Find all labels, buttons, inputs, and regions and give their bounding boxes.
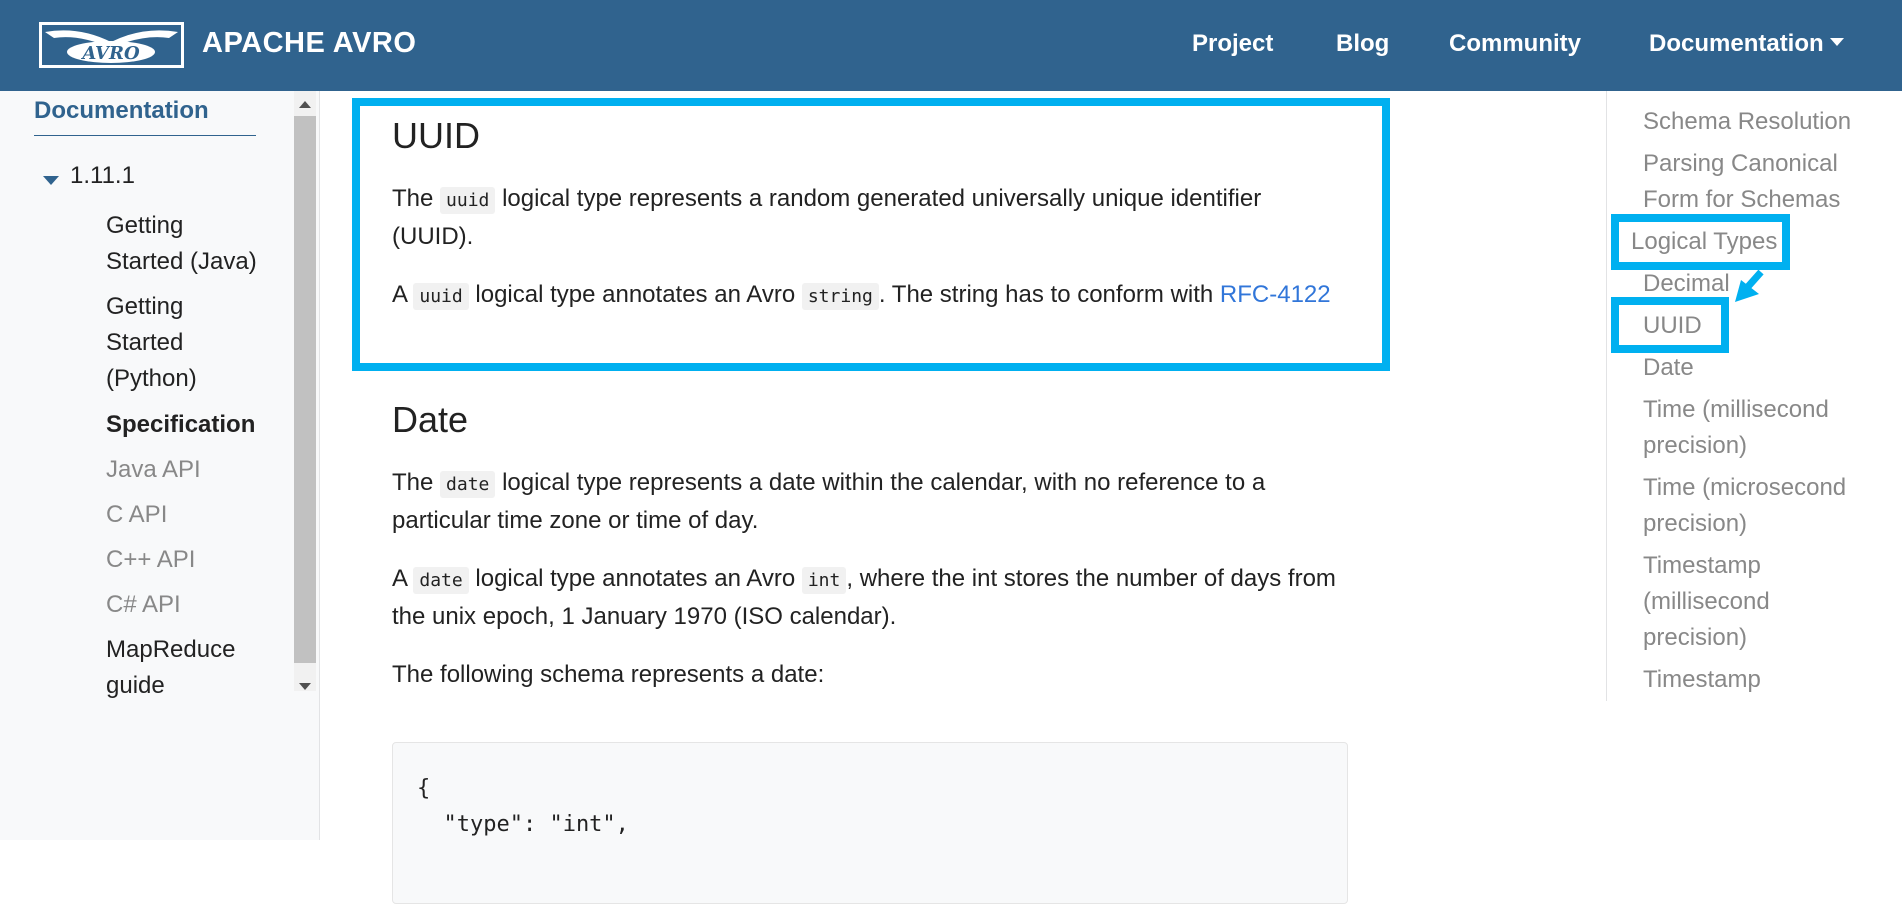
logo-text: AVRO xyxy=(80,43,140,64)
pointer-arrow-icon xyxy=(1735,270,1764,302)
date-paragraph-2: A date logical type annotates an Avro in… xyxy=(392,565,1336,630)
code-date: date xyxy=(440,471,496,498)
nav-blog[interactable]: Blog xyxy=(1336,0,1389,91)
toc-item-timestamp-millisecond[interactable]: Timestamp (millisecond precision) xyxy=(1643,548,1793,656)
sidebar-item-specification[interactable]: Specification xyxy=(106,407,256,443)
date-paragraph-3: The following schema represents a date: xyxy=(392,661,825,688)
toc-item-timestamp[interactable]: Timestamp xyxy=(1643,662,1761,698)
left-sidebar: Documentation 1.11.1 Getting Started (Ja… xyxy=(0,91,320,840)
main-content: UUID The uuid logical type represents a … xyxy=(320,91,1605,904)
toc-item-date[interactable]: Date xyxy=(1643,350,1694,386)
uuid-section-highlight xyxy=(352,98,1390,371)
sidebar-item-getting-started-python[interactable]: Getting Started (Python) xyxy=(106,289,216,397)
brand-title[interactable]: APACHE AVRO xyxy=(202,0,416,91)
table-of-contents: Schema Resolution Parsing Canonical Form… xyxy=(1606,91,1902,701)
toc-item-time-millisecond[interactable]: Time (millisecond precision) xyxy=(1643,392,1873,464)
code-block-date-schema[interactable]: { "type": "int", xyxy=(392,742,1348,904)
date-paragraph-1: The date logical type represents a date … xyxy=(392,469,1266,534)
sidebar-scroll-thumb[interactable] xyxy=(294,116,316,663)
heading-date: Date xyxy=(392,399,469,440)
sidebar-item-csharp-api[interactable]: C# API xyxy=(106,587,181,623)
uuid-toc-highlight xyxy=(1611,297,1729,353)
logical-types-highlight xyxy=(1611,214,1790,270)
sidebar-version[interactable]: 1.11.1 xyxy=(70,158,135,194)
code-int: int xyxy=(801,567,847,594)
nav-project[interactable]: Project xyxy=(1192,0,1273,91)
toc-item-schema-resolution[interactable]: Schema Resolution xyxy=(1643,104,1851,140)
chevron-down-icon xyxy=(1829,37,1844,46)
nav-documentation[interactable]: Documentation xyxy=(1649,0,1844,91)
avro-logo[interactable]: AVRO xyxy=(39,22,184,68)
toc-item-parsing-canonical-form[interactable]: Parsing Canonical Form for Schemas xyxy=(1643,146,1873,218)
top-navbar: AVRO APACHE AVRO Project Blog Community … xyxy=(0,0,1902,91)
code-line-2: "type": "int", xyxy=(417,812,629,837)
code-date-2: date xyxy=(413,567,469,594)
caret-down-icon[interactable] xyxy=(43,176,59,185)
sidebar-item-mapreduce-guide[interactable]: MapReduce guide xyxy=(106,632,256,704)
scroll-up-icon[interactable] xyxy=(299,101,311,108)
nav-community[interactable]: Community xyxy=(1449,0,1581,91)
sidebar-title[interactable]: Documentation xyxy=(34,97,256,136)
nav-documentation-label: Documentation xyxy=(1649,30,1824,57)
sidebar-item-c-api[interactable]: C API xyxy=(106,497,167,533)
sidebar-item-java-api[interactable]: Java API xyxy=(106,452,201,488)
scroll-down-icon[interactable] xyxy=(299,683,311,690)
sidebar-item-getting-started-java[interactable]: Getting Started (Java) xyxy=(106,208,266,280)
sidebar-item-cpp-api[interactable]: C++ API xyxy=(106,542,195,578)
code-line-1: { xyxy=(417,776,431,801)
toc-item-time-microsecond[interactable]: Time (microsecond precision) xyxy=(1643,470,1873,542)
